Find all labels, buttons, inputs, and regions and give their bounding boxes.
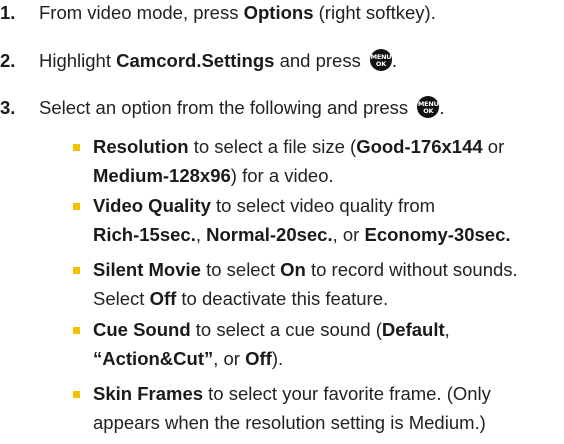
option-line: Silent Movie to select On to record with… — [93, 256, 518, 285]
instruction-page: 1. From video mode, press Options (right… — [0, 0, 564, 444]
option-term: Silent Movie — [93, 259, 201, 280]
step-text-plain: From video mode, press — [39, 2, 244, 23]
option-line: Select Off to deactivate this feature. — [93, 285, 518, 314]
option-line: Medium-128x96) for a video. — [93, 162, 504, 191]
option-line: Resolution to select a file size (Good-1… — [93, 133, 504, 162]
option-text: to select your favorite frame. (Only — [203, 383, 491, 404]
option-text: , — [195, 223, 207, 245]
option-term: On — [280, 259, 306, 280]
option-text: to select a file size ( — [188, 136, 357, 157]
step-text-plain: Highlight — [39, 50, 117, 71]
option-term: Rich-15sec. — [93, 223, 196, 245]
option-line: appears when the resolution setting is M… — [93, 409, 491, 438]
step-text: Select an option from the following and … — [39, 96, 444, 120]
bullet-icon — [73, 267, 80, 274]
option-text: , — [444, 319, 450, 340]
option-term: Off — [149, 287, 177, 309]
step-number: 1. — [0, 2, 16, 23]
option-text: Select — [93, 287, 150, 309]
option-text: ) for a video. — [230, 164, 334, 186]
option-term: “Action&Cut” — [93, 347, 214, 369]
option-line: Cue Sound to select a cue sound (Default… — [93, 316, 450, 345]
option-text: to record without sounds. — [305, 259, 518, 280]
option-line: Skin Frames to select your favorite fram… — [93, 380, 491, 409]
option-text: to select video quality from — [210, 195, 436, 216]
step-number: 3. — [0, 97, 16, 118]
option-term: Cue Sound — [93, 319, 191, 340]
option-text: to deactivate this feature. — [176, 287, 389, 309]
option-cue-sound: Cue Sound to select a cue sound (Default… — [73, 316, 450, 374]
step-text-plain: and press — [274, 50, 366, 71]
option-line: “Action&Cut”, or Off). — [93, 345, 450, 374]
option-skin-frames: Skin Frames to select your favorite fram… — [73, 380, 491, 438]
option-line: Rich-15sec., Normal-20sec., or Economy-3… — [93, 221, 511, 250]
option-video-quality: Video Quality to select video quality fr… — [73, 192, 511, 250]
option-silent-movie: Silent Movie to select On to record with… — [73, 256, 518, 314]
menu-key-bottom-label: OK — [423, 107, 434, 115]
menu-key-bottom-label: OK — [375, 60, 387, 68]
bullet-icon — [73, 327, 80, 334]
option-term: Skin Frames — [93, 383, 204, 404]
bullet-icon — [73, 203, 80, 210]
bullet-icon — [73, 391, 80, 398]
option-text: to select — [200, 259, 281, 280]
option-text: to select a cue sound ( — [190, 319, 382, 340]
step-text-plain: . — [439, 97, 445, 118]
option-term: Normal-20sec. — [206, 223, 333, 245]
step-text-plain: (right softkey). — [313, 2, 436, 23]
option-resolution: Resolution to select a file size (Good-1… — [73, 133, 504, 191]
option-term: Video Quality — [93, 195, 211, 216]
step-text: From video mode, press Options (right so… — [39, 1, 436, 25]
menu-ok-key-icon: MENU OK — [417, 96, 440, 118]
option-term: Good-176x144 — [356, 136, 483, 157]
option-text: appears when the resolution setting is M… — [93, 411, 486, 433]
option-line: Video Quality to select video quality fr… — [93, 192, 511, 221]
options-softkey-label: Options — [243, 2, 314, 23]
option-term: Economy-30sec. — [364, 223, 511, 245]
step-text-plain: Select an option from the following and … — [39, 97, 414, 118]
step-text: Highlight Camcord.Settings and press MEN… — [39, 49, 397, 73]
option-term: Resolution — [93, 136, 189, 157]
option-text: , or — [332, 223, 365, 245]
option-text: ). — [271, 347, 284, 369]
step-text-plain: . — [391, 50, 398, 71]
camcord-settings-label: Camcord.Settings — [116, 50, 275, 71]
bullet-icon — [73, 144, 80, 151]
option-text: , or — [213, 347, 246, 369]
menu-ok-key-icon: MENU OK — [369, 49, 392, 71]
step-number: 2. — [0, 50, 16, 71]
option-text: or — [482, 136, 505, 157]
option-term: Default — [381, 319, 445, 340]
option-term: Off — [245, 347, 272, 369]
option-term: Medium-128x96 — [93, 164, 231, 186]
